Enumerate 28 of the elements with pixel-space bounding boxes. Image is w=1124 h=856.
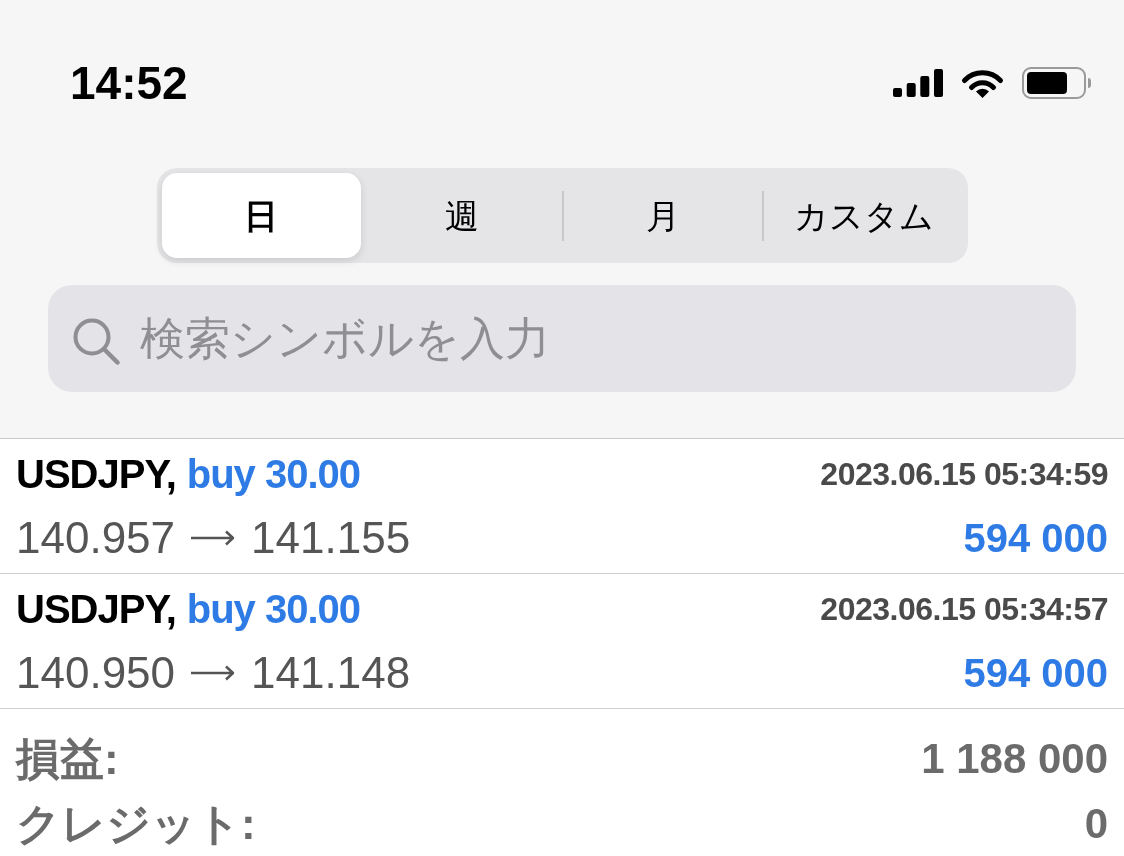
right-arrow-icon: [191, 665, 236, 681]
deal-profit: 594 000: [963, 518, 1108, 558]
status-time: 14:52: [70, 60, 188, 106]
close-price: 141.155: [251, 516, 411, 560]
deal-symbol: USDJPY,: [16, 454, 176, 494]
open-price: 140.957: [16, 516, 176, 560]
deal-profit: 594 000: [963, 653, 1108, 693]
signal-icon: [893, 69, 943, 97]
wifi-icon: [960, 67, 1005, 99]
period-tab[interactable]: カスタム: [764, 173, 963, 258]
deal-time: 2023.06.15 05:34:57: [820, 593, 1108, 625]
summary-label: 損益:: [16, 737, 119, 781]
period-tab[interactable]: 日: [162, 173, 361, 258]
period-tab[interactable]: 週: [362, 173, 562, 258]
search-field[interactable]: 検索シンボルを入力: [48, 285, 1076, 392]
summary-value: 0: [1084, 803, 1108, 845]
close-price: 141.148: [251, 651, 411, 695]
deal-time: 2023.06.15 05:34:59: [820, 458, 1108, 490]
summary-label: クレジット:: [16, 802, 256, 846]
deal-trade: buy 30.00: [186, 589, 361, 629]
period-tab[interactable]: 月: [563, 173, 763, 258]
summary-value: 1 188 000: [921, 738, 1108, 780]
search-icon: [72, 317, 120, 365]
battery-icon: [1022, 67, 1092, 99]
right-arrow-icon: [191, 530, 236, 546]
deal-trade: buy 30.00: [186, 454, 361, 494]
deal-symbol: USDJPY,: [16, 589, 176, 629]
open-price: 140.950: [16, 651, 176, 695]
